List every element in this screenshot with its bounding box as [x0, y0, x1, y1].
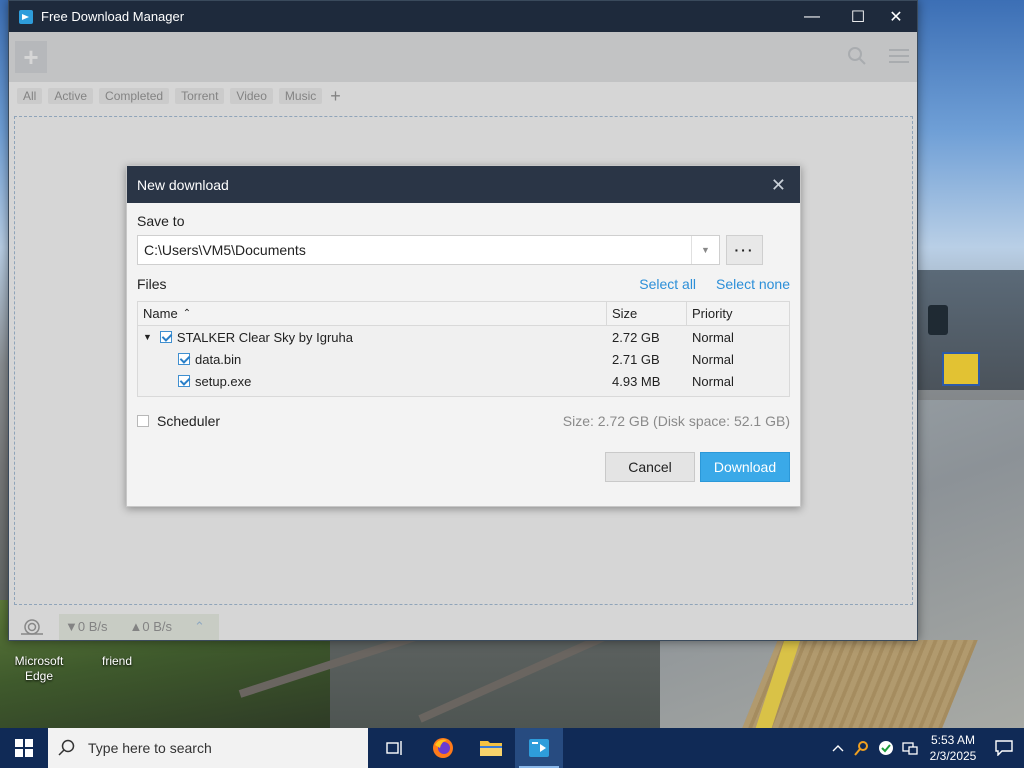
system-tray: 5:53 AM 2/3/2025	[826, 728, 1024, 768]
save-to-label: Save to	[137, 213, 185, 229]
desktop-icon-label: Microsoft Edge	[14, 654, 64, 683]
search-placeholder: Type here to search	[88, 740, 212, 756]
desktop-icon-friend[interactable]: friend	[82, 642, 152, 669]
scheduler-checkbox[interactable]	[137, 415, 149, 427]
table-row[interactable]: data.bin 2.71 GB Normal	[138, 348, 789, 370]
firefox-icon	[433, 738, 453, 758]
file-size: 4.93 MB	[612, 373, 661, 389]
start-button[interactable]	[0, 728, 48, 768]
taskbar-search-input[interactable]: Type here to search	[48, 728, 368, 768]
column-name-label: Name	[143, 306, 178, 321]
files-table: Name ⌃ Size Priority ▼ STALKER Clear Sky…	[137, 301, 790, 397]
file-name: STALKER Clear Sky by Igruha	[176, 329, 353, 345]
new-download-dialog: New download ✕ Save to C:\Users\VM5\Docu…	[126, 165, 801, 507]
task-view-icon	[386, 741, 402, 755]
desktop-icon-edge[interactable]: Microsoft Edge	[4, 642, 74, 684]
file-name: data.bin	[195, 351, 242, 367]
clock[interactable]: 5:53 AM 2/3/2025	[922, 732, 984, 764]
save-path-row: C:\Users\VM5\Documents ▼ ···	[137, 235, 790, 265]
files-label: Files	[137, 276, 167, 292]
table-row[interactable]: setup.exe 4.93 MB Normal	[138, 370, 789, 392]
save-path-input[interactable]: C:\Users\VM5\Documents ▼	[137, 235, 720, 265]
sort-ascending-icon: ⌃	[182, 308, 192, 319]
column-header-size[interactable]: Size	[607, 301, 687, 326]
scheduler-row: Scheduler Size: 2.72 GB (Disk space: 52.…	[137, 413, 790, 429]
file-name-cell: data.bin	[138, 352, 607, 367]
cancel-button[interactable]: Cancel	[605, 452, 695, 482]
file-checkbox[interactable]	[178, 353, 190, 365]
desktop-icon-label: friend	[101, 654, 133, 668]
network-icon[interactable]	[898, 728, 922, 768]
fdm-logo-icon	[19, 9, 33, 24]
select-all-link[interactable]: Select all	[639, 276, 696, 292]
file-priority[interactable]: Normal	[687, 352, 789, 367]
window-title: Free Download Manager	[41, 9, 185, 24]
show-hidden-icons-chevron-icon[interactable]	[826, 728, 850, 768]
table-row[interactable]: ▼ STALKER Clear Sky by Igruha 2.72 GB No…	[138, 326, 789, 348]
file-size: 2.71 GB	[612, 351, 660, 367]
fdm-app-icon	[529, 739, 549, 757]
edge-icon	[24, 642, 54, 652]
dialog-body: Save to C:\Users\VM5\Documents ▼ ··· Fil…	[127, 203, 800, 482]
file-checkbox[interactable]	[178, 375, 190, 387]
bg-station-sign	[942, 352, 980, 386]
column-header-name[interactable]: Name ⌃	[138, 301, 607, 326]
chevron-down-icon[interactable]: ▼	[691, 236, 719, 264]
files-header-row: Files Select all Select none	[137, 275, 790, 293]
minimize-button[interactable]: —	[789, 1, 835, 32]
windows-logo-icon	[15, 739, 33, 757]
clock-date: 2/3/2025	[929, 749, 977, 763]
dialog-title: New download	[137, 176, 229, 193]
taskbar: Type here to search 5:53 AM 2/3/2025	[0, 728, 1024, 768]
folder-icon	[480, 741, 502, 756]
notification-icon	[995, 740, 1013, 756]
dialog-close-icon[interactable]: ✕	[771, 175, 786, 196]
bg-railway-signal	[928, 305, 948, 335]
file-name: setup.exe	[195, 373, 252, 389]
browse-folder-button[interactable]: ···	[726, 235, 763, 265]
file-size: 2.72 GB	[612, 329, 660, 345]
file-name-cell: setup.exe	[138, 374, 607, 389]
file-priority[interactable]: Normal	[687, 374, 789, 389]
security-shield-icon[interactable]	[874, 728, 898, 768]
dialog-header: New download ✕	[127, 166, 800, 203]
file-checkbox[interactable]	[159, 331, 172, 343]
save-path-value: C:\Users\VM5\Documents	[144, 242, 306, 258]
dialog-buttons: Cancel Download	[605, 452, 790, 482]
task-view-button[interactable]	[371, 728, 419, 768]
scheduler-label[interactable]: Scheduler	[157, 413, 220, 429]
file-icon	[102, 642, 132, 652]
column-header-priority[interactable]: Priority	[687, 302, 789, 326]
file-priority[interactable]: Normal	[687, 330, 789, 345]
clock-time: 5:53 AM	[930, 733, 976, 747]
file-name-cell: ▼ STALKER Clear Sky by Igruha	[138, 330, 607, 345]
expand-triangle-icon[interactable]: ▼	[143, 332, 152, 342]
download-button[interactable]: Download	[700, 452, 790, 482]
select-none-link[interactable]: Select none	[716, 276, 790, 292]
title-bar[interactable]: Free Download Manager — ☐ ✕	[9, 1, 917, 32]
taskbar-firefox[interactable]	[419, 728, 467, 768]
notifications-button[interactable]	[984, 728, 1024, 768]
taskbar-fdm[interactable]	[515, 728, 563, 768]
table-header: Name ⌃ Size Priority	[138, 301, 789, 326]
size-info: Size: 2.72 GB (Disk space: 52.1 GB)	[562, 413, 790, 429]
close-button[interactable]: ✕	[873, 1, 917, 32]
taskbar-file-explorer[interactable]	[467, 728, 515, 768]
search-key-tray-icon[interactable]	[850, 728, 874, 768]
search-icon	[58, 739, 75, 756]
